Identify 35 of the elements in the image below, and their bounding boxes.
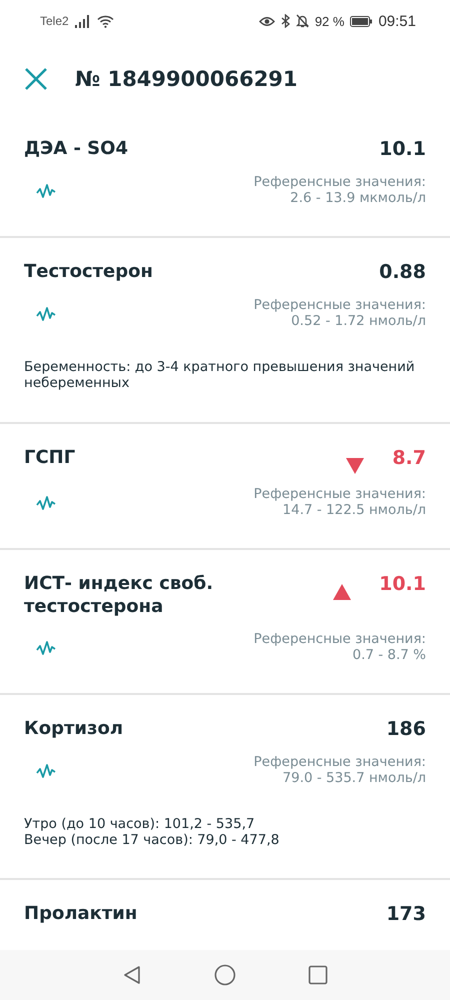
close-button[interactable] [24, 66, 48, 90]
battery-icon [350, 16, 372, 26]
test-name: Кортизол [24, 717, 124, 740]
reference-range: Референсные значения: 0.52 - 1.72 нмоль/л [254, 296, 426, 330]
reference-range: Референсные значения: 14.7 - 122.5 нмоль/л [254, 486, 426, 518]
wifi-icon [96, 14, 114, 28]
eye-icon [258, 16, 275, 26]
order-number-title: № 1849900066291 [75, 66, 298, 90]
reference-range: Референсные значения: 79.0 - 535.7 нмоль/л [254, 754, 426, 786]
recent-apps-button[interactable] [308, 965, 328, 985]
down-triangle-icon [346, 458, 364, 474]
test-name: ИСТ- индекс своб. тестостерона [24, 572, 214, 619]
reference-range: Референсные значения: 2.6 - 13.9 мкмоль/л [254, 174, 426, 206]
up-triangle-icon [333, 584, 352, 600]
home-button[interactable] [214, 964, 236, 986]
result-value: 8.7 [392, 446, 426, 470]
test-name: ГСПГ [24, 446, 76, 469]
test-name: Пролактин [24, 902, 138, 926]
note-text: Утро (до 10 часов): 101,2 - 535,7 Вечер (после 17 часов): 79,0 - 477,8 [24, 816, 280, 848]
note-text: Беременность: до 3-4 кратного превышения значений небеременных [24, 359, 416, 392]
signal-icon [74, 14, 91, 28]
result-value: 0.88 [379, 260, 426, 285]
back-button[interactable] [122, 965, 142, 985]
bluetooth-icon [280, 14, 290, 28]
result-value: 10.1 [379, 572, 426, 597]
result-value: 10.1 [379, 137, 426, 162]
muted-bell-icon [296, 14, 309, 28]
result-value: 186 [386, 717, 426, 742]
reference-range: Референсные значения: 0.7 - 8.7 % [254, 630, 426, 664]
test-name: ДЭА - SO4 [24, 137, 128, 160]
test-name: Тестостерон [24, 260, 153, 284]
battery-percent: 92 % [314, 14, 344, 28]
carrier-name: Tele2 [40, 14, 69, 28]
result-value: 173 [386, 902, 426, 928]
clock-time: 09:51 [378, 12, 416, 30]
